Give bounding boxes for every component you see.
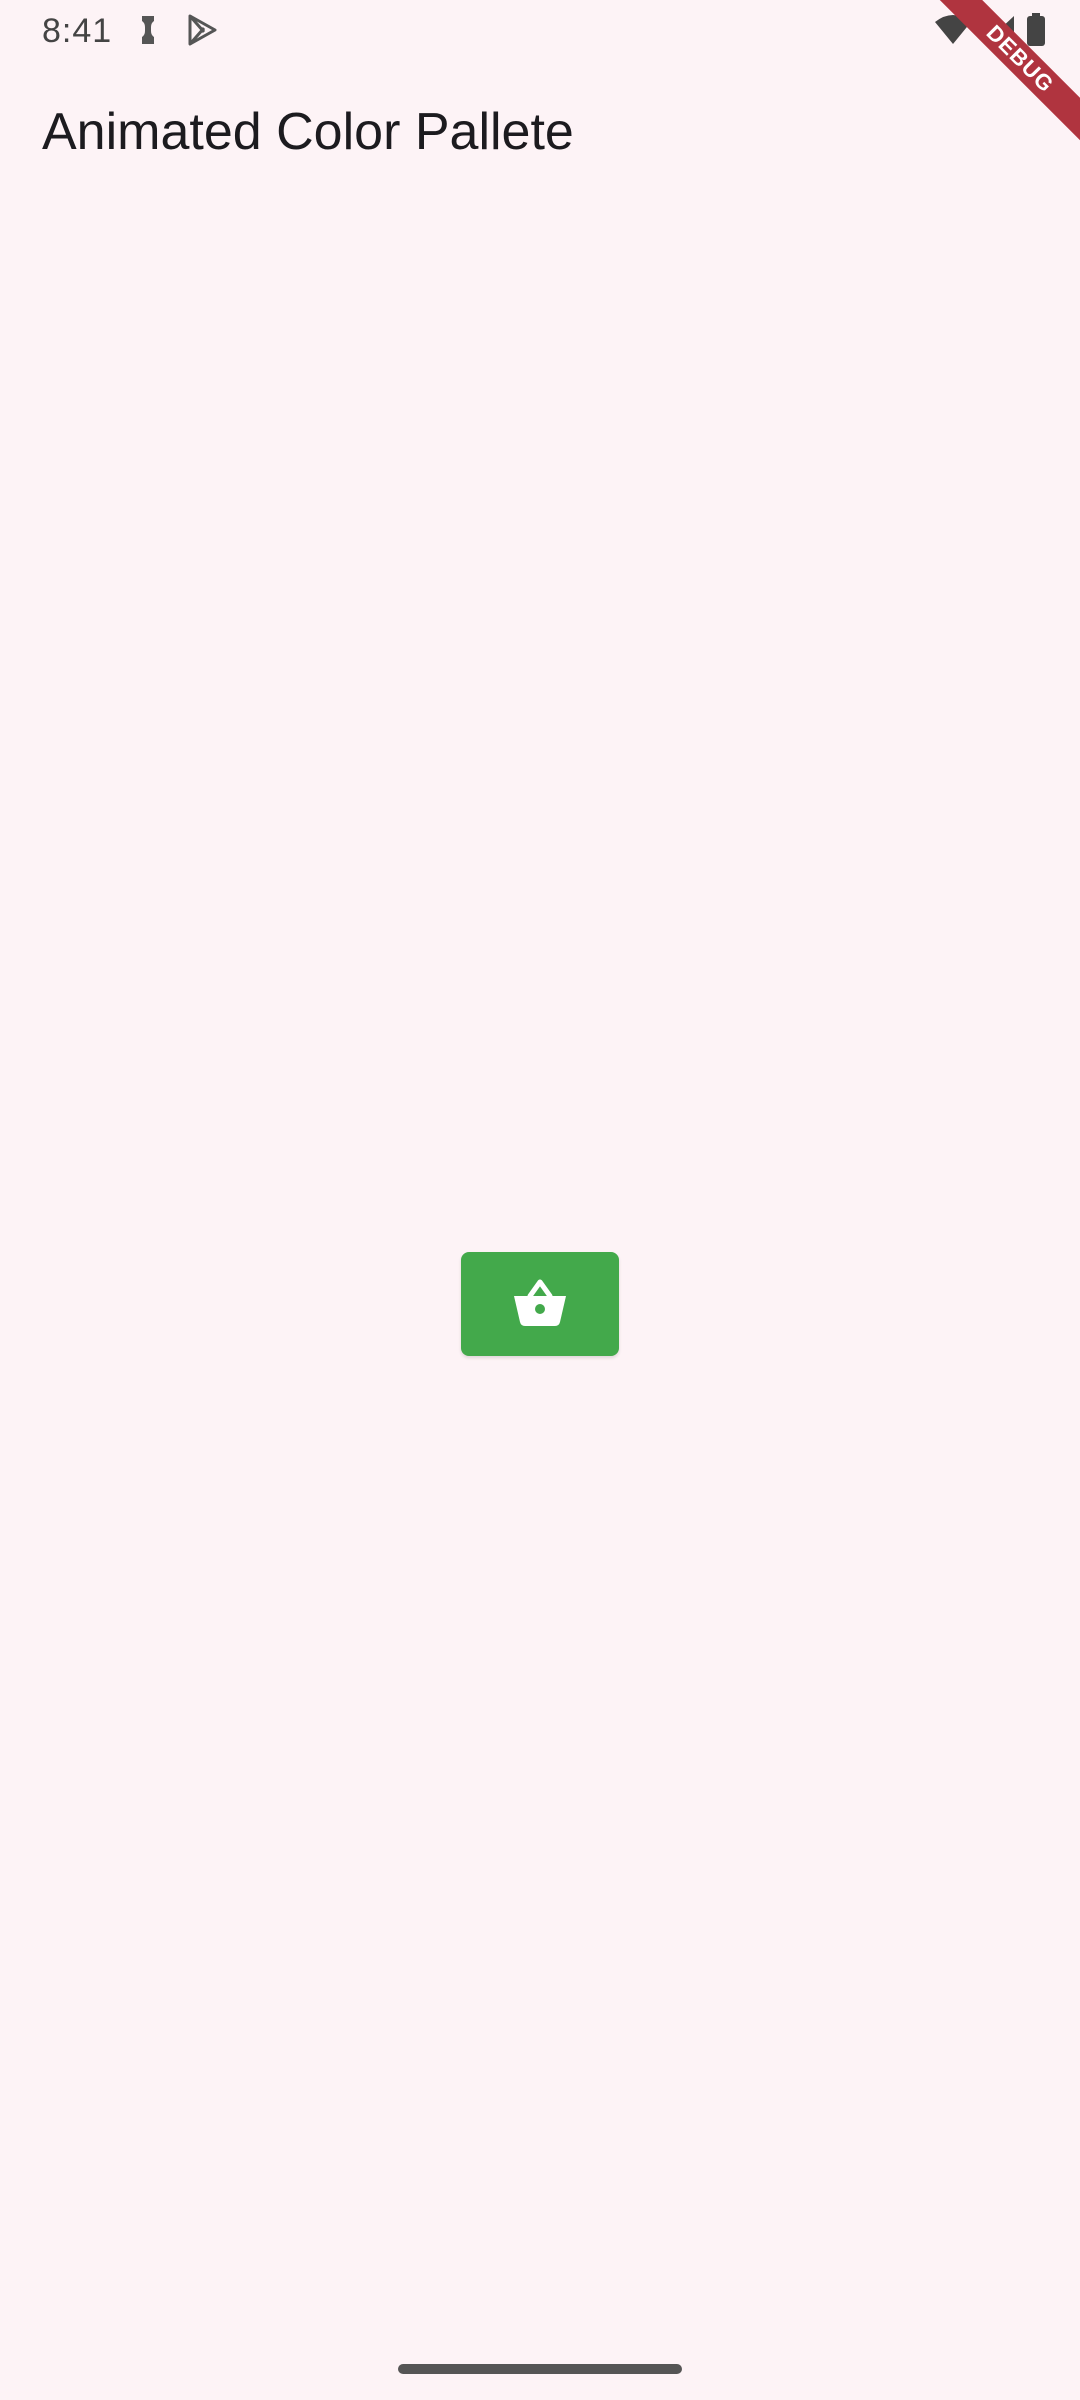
notification-icon xyxy=(130,12,166,48)
basket-button[interactable] xyxy=(461,1252,619,1356)
status-bar: 8:41 xyxy=(0,0,1080,64)
status-time: 8:41 xyxy=(42,12,113,50)
shopping-basket-icon xyxy=(510,1276,570,1333)
page-title: Animated Color Pallete xyxy=(42,103,574,161)
home-indicator[interactable] xyxy=(398,2364,682,2374)
play-store-icon xyxy=(184,12,220,48)
battery-icon xyxy=(1026,12,1046,52)
